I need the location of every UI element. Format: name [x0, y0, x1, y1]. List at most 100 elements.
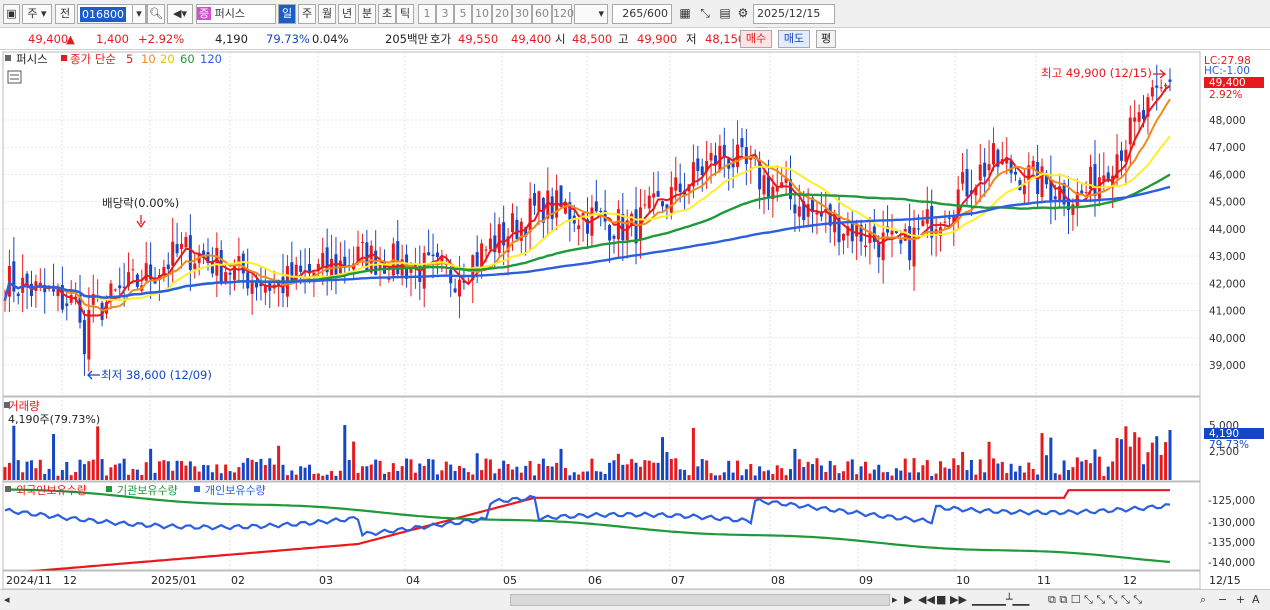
interval-120[interactable]: 120	[552, 4, 574, 24]
candle-body	[87, 309, 91, 360]
chart-tool-icon[interactable]: ▦	[676, 4, 694, 24]
volume-bar	[122, 458, 126, 480]
price-tick: 44,000	[1209, 224, 1246, 236]
tab-minute[interactable]: 분	[358, 4, 376, 24]
candle-body	[475, 252, 479, 267]
tab-tick[interactable]: 틱	[396, 4, 414, 24]
stock-chart[interactable]: 퍼시스 종가 단순 5 10 20 60 120 배당락(0.00%) 최고 4…	[0, 50, 1270, 590]
candle-body	[510, 213, 514, 233]
volume-bar	[987, 441, 991, 480]
volume-bar	[1093, 449, 1097, 480]
holding-tick-3: -135,000	[1208, 537, 1255, 549]
search-icon[interactable]: 🔍︎	[147, 4, 165, 24]
volume-bar	[749, 464, 753, 480]
volume-bar	[60, 470, 64, 480]
count-input[interactable]: 265/600	[612, 4, 672, 24]
stock-badge-icon: 증	[197, 7, 212, 20]
volume-bar	[162, 460, 166, 480]
holding-menu-icon[interactable]	[5, 486, 11, 492]
panel-menu-icon[interactable]	[5, 55, 11, 61]
scroll-right-icon[interactable]: ▸	[892, 592, 898, 608]
volume-bar	[153, 472, 157, 480]
volume-bar	[400, 466, 404, 480]
volume-bar	[766, 470, 770, 480]
table-icon[interactable]: ▤	[716, 4, 734, 24]
scroll-thumb[interactable]	[510, 594, 890, 606]
volume-bar	[224, 464, 228, 480]
tab-year[interactable]: 년	[338, 4, 356, 24]
tab-second[interactable]: 초	[378, 4, 396, 24]
tab-day[interactable]: 일	[278, 4, 296, 24]
volume-bar	[506, 464, 510, 480]
play-icon[interactable]: ▶	[904, 592, 912, 608]
plus-icon[interactable]: +	[1236, 592, 1245, 608]
volume-bar	[961, 451, 965, 480]
interval-1[interactable]: 1	[418, 4, 436, 24]
zoom-slider-icon[interactable]: ▁▁▁▁┴▁▁	[972, 592, 1029, 608]
volume-bar	[197, 471, 201, 480]
date-field[interactable]: 2025/12/15 ▦	[753, 4, 835, 38]
volume-bar	[1058, 474, 1062, 480]
candle-body	[797, 206, 801, 217]
eval-button[interactable]: 평	[816, 30, 836, 48]
candle-body	[7, 266, 11, 297]
chart-scrollbar[interactable]: ◂ ▸ ▶ ◀◀ ■ ▶▶ ▁▁▁▁┴▁▁ ⧉ ⧉ ☐ ⤡ ⤡ ⤡ ⤡ ⤡ ⌕ …	[0, 589, 1270, 610]
interval-30[interactable]: 30	[512, 4, 532, 24]
tab-month[interactable]: 월	[318, 4, 336, 24]
stock-name-field[interactable]: 증 퍼시스	[196, 4, 276, 24]
volume-bar	[171, 470, 175, 480]
ma-label: 종가 단순	[70, 52, 116, 66]
rewind-icon[interactable]: ◀◀	[918, 592, 935, 608]
interval-20[interactable]: 20	[492, 4, 512, 24]
volume-menu-icon[interactable]	[4, 402, 10, 408]
volume-bar	[1009, 463, 1013, 480]
volume-bar	[237, 467, 241, 480]
code-dropdown-icon[interactable]: ▾	[132, 4, 146, 24]
tool-icons[interactable]: ⧉ ⧉ ☐ ⤡ ⤡ ⤡ ⤡ ⤡	[1048, 592, 1142, 608]
volume-bar	[458, 465, 462, 480]
candle-body	[899, 239, 903, 244]
gear-icon[interactable]: ⚙	[734, 4, 752, 24]
volume-bar	[497, 468, 501, 480]
volume-bar	[140, 475, 144, 480]
x-tick: 08	[771, 574, 785, 587]
candle-body	[1150, 87, 1154, 97]
font-size-icon[interactable]: A	[1252, 592, 1260, 608]
volume-bar	[1164, 442, 1168, 480]
tab-week[interactable]: 주	[298, 4, 316, 24]
volume-bar	[1106, 466, 1110, 480]
sell-button[interactable]: 매도	[778, 30, 810, 48]
volume-bar	[925, 460, 929, 480]
stop-icon[interactable]: ■	[936, 592, 946, 608]
interval-5[interactable]: 5	[454, 4, 472, 24]
market-type-select[interactable]: 주 ▾	[22, 4, 52, 24]
zoom-icon[interactable]: ⌕	[1200, 592, 1206, 608]
interval-custom-select[interactable]: ▾	[574, 4, 608, 24]
interval-3[interactable]: 3	[436, 4, 454, 24]
window-icon[interactable]: ▣	[3, 4, 20, 24]
volume-bar	[435, 474, 439, 480]
sound-icon[interactable]: ◀▾	[167, 4, 193, 24]
forward-icon[interactable]: ▶▶	[950, 592, 967, 608]
interval-60[interactable]: 60	[532, 4, 552, 24]
volume-bar	[1075, 457, 1079, 480]
candle-body	[983, 162, 987, 177]
candle-body	[608, 225, 612, 241]
ask: 49,550	[458, 32, 499, 46]
volume-bar	[952, 458, 956, 480]
x-tick: 03	[319, 574, 333, 587]
interval-10[interactable]: 10	[472, 4, 492, 24]
compare-icon[interactable]: ⤡	[696, 4, 714, 24]
candle-body	[435, 252, 439, 258]
volume-bar	[727, 460, 731, 480]
volume-bar	[934, 473, 938, 480]
minus-icon[interactable]: −	[1218, 592, 1227, 608]
calculator-icon[interactable]	[7, 70, 22, 84]
all-button[interactable]: 전	[55, 4, 75, 24]
buy-button[interactable]: 매수	[740, 30, 772, 48]
volume-bar	[294, 474, 298, 480]
volume-bar	[700, 459, 704, 480]
volume-bar	[872, 469, 876, 480]
scroll-left-icon[interactable]: ◂	[4, 592, 10, 608]
price-tick: 42,000	[1209, 278, 1246, 290]
